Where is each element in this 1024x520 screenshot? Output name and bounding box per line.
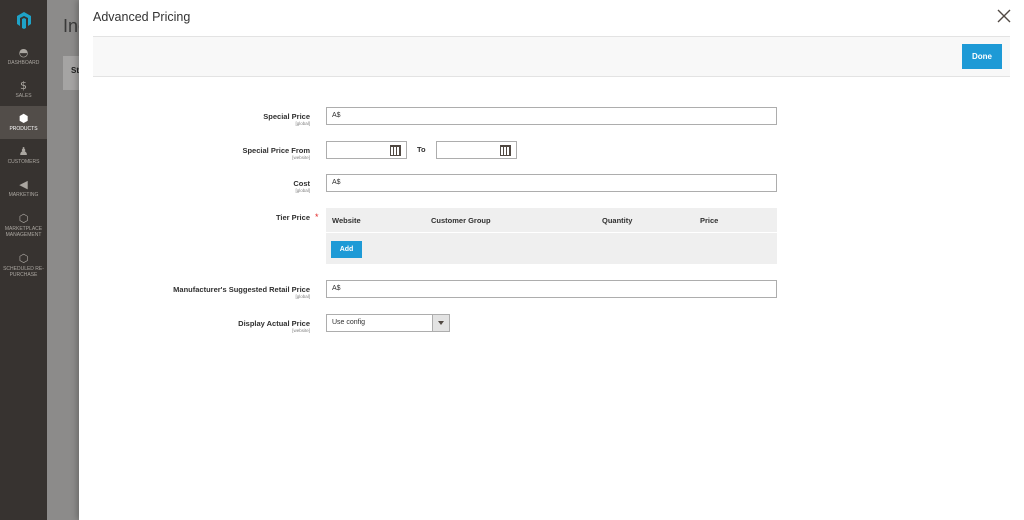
modal-title: Advanced Pricing [93,10,191,24]
hexagon-icon: ⬡ [18,251,29,265]
sidebar-item-label: MARKETING [8,192,39,198]
chevron-down-icon[interactable] [432,315,449,331]
tier-price-table: Website Customer Group Quantity Price Ad… [326,208,777,264]
sidebar-item-products[interactable]: ⬢ PRODUCTS [0,106,47,139]
sidebar-item-dashboard[interactable]: ◓ DASHBOARD [0,40,47,73]
tier-price-label: Tier Price [275,213,310,222]
display-actual-price-scope: [website] [292,328,310,333]
column-header-website: Website [332,216,361,225]
special-price-input[interactable]: A$ [326,107,777,125]
calendar-icon[interactable] [500,145,511,156]
column-header-customer-group: Customer Group [431,216,491,225]
sidebar-item-label: MARKETPLACE MANAGEMENT [4,225,43,238]
special-price-from-input[interactable] [326,141,407,159]
sidebar-item-marketplace-management[interactable]: ⬡ MARKETPLACE MANAGEMENT [0,205,47,245]
calendar-icon[interactable] [390,145,401,156]
special-price-from-scope: [website] [292,155,310,160]
special-price-from-label: Special Price From [242,146,310,155]
advanced-pricing-modal: Advanced Pricing Done Special Price [glo… [79,0,1024,520]
display-actual-price-select[interactable]: Use config [326,314,450,332]
logo-icon [16,12,31,29]
sidebar-item-label: SALES [15,93,32,99]
megaphone-icon: ◀ [19,178,28,191]
sidebar-item-label: CUSTOMERS [7,159,40,165]
close-icon[interactable] [996,8,1012,24]
modal-actions-bar: Done [93,36,1010,77]
sidebar-item-label: PRODUCTS [9,126,38,132]
box-icon: ⬢ [18,112,29,125]
msrp-input[interactable]: A$ [326,280,777,298]
speedometer-icon: ◓ [18,46,29,59]
msrp-scope: [global] [295,294,310,299]
special-price-to-label: To [417,145,426,154]
sidebar-item-label: SCHEDULED RE-PURCHASE [3,265,44,278]
display-actual-price-label: Display Actual Price [238,319,310,328]
admin-sidebar: ◓ DASHBOARD $ SALES ⬢ PRODUCTS ♟ CUSTOMERS ◀ MARK… [0,0,47,520]
dollar-icon: $ [20,79,27,92]
magento-logo[interactable] [0,0,47,40]
sidebar-item-sales[interactable]: $ SALES [0,73,47,106]
msrp-label: Manufacturer's Suggested Retail Price [173,285,310,294]
add-tier-price-button[interactable]: Add [331,241,362,258]
sidebar-item-customers[interactable]: ♟ CUSTOMERS [0,139,47,172]
required-marker: * [315,212,319,222]
special-price-label: Special Price [263,112,310,121]
tier-price-table-header: Website Customer Group Quantity Price [326,208,777,233]
column-header-price: Price [700,216,719,225]
special-price-to-input[interactable] [436,141,517,159]
person-icon: ♟ [18,145,29,158]
display-actual-price-value: Use config [332,319,366,326]
sidebar-item-scheduled-re-purchase[interactable]: ⬡ SCHEDULED RE-PURCHASE [0,245,47,285]
done-button[interactable]: Done [962,44,1002,69]
hexagon-icon: ⬡ [18,211,29,225]
sidebar-item-marketing[interactable]: ◀ MARKETING [0,172,47,205]
special-price-scope: [global] [295,121,310,126]
cost-label: Cost [293,179,310,188]
cost-scope: [global] [295,188,310,193]
sidebar-item-label: DASHBOARD [7,60,40,66]
cost-input[interactable]: A$ [326,174,777,192]
column-header-quantity: Quantity [602,216,633,225]
